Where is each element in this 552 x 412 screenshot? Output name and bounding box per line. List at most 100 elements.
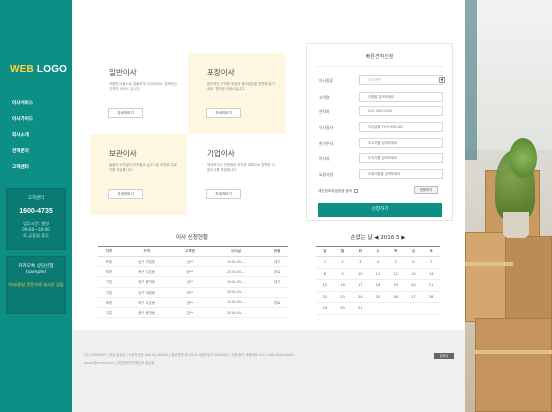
table-cell: 최** [173, 287, 206, 298]
sidebar-item-about[interactable]: 회사소개 [12, 128, 33, 144]
calendar-day[interactable]: 27 [404, 291, 423, 303]
calendar-day[interactable]: 12 [386, 268, 405, 280]
destination-input[interactable] [359, 153, 443, 163]
name-input[interactable] [359, 92, 443, 102]
quote-title: 빠른견적신청 [365, 54, 394, 60]
current-address-input[interactable] [359, 138, 443, 148]
table-row[interactable]: 포항 북구 두호동 정** 2016-05-... 완료 [98, 266, 288, 278]
more-button[interactable]: 자세히보기 [206, 189, 241, 199]
chevron-down-icon[interactable]: ▼ [439, 77, 445, 83]
quote-row: 고객명 [317, 92, 444, 104]
calendar-day[interactable]: 8 [316, 268, 334, 280]
calendar-day[interactable]: 6 [404, 256, 423, 269]
calendar-week: 22 23 24 25 26 27 28 [316, 291, 440, 303]
calendar-day[interactable]: 22 [316, 291, 334, 303]
calendar-day[interactable]: 21 [422, 279, 440, 292]
calendar-title[interactable]: 손없는 날 ◀ 2016.5 ▶ [316, 233, 440, 241]
box-tape [475, 350, 552, 354]
calendar-day[interactable]: 13 [404, 268, 423, 280]
calendar-day[interactable]: 23 [333, 291, 352, 303]
more-button[interactable]: 자세히보기 [108, 108, 143, 118]
calendar-day[interactable]: 9 [333, 268, 352, 280]
logo[interactable]: WEB LOGO [10, 64, 67, 75]
calendar-day[interactable]: 28 [422, 291, 440, 303]
admin-badge[interactable]: 관리자 [434, 353, 454, 359]
calendar-day[interactable]: 31 [351, 302, 370, 315]
service-card-general[interactable]: 일반이사 저렴한 비용으로 알뜰하게 이사하세요. 경제적인 가격의 서비스 입… [90, 53, 187, 134]
calendar-day[interactable]: 5 [386, 256, 405, 269]
calendar-day[interactable]: 20 [404, 279, 423, 292]
sidebar: WEB LOGO 이사서비스 이사가이드 회사소개 견적문의 고객센터 고객센터… [0, 0, 72, 412]
calendar-week: 29 30 31 [316, 302, 440, 315]
calendar-day[interactable]: 1 [316, 256, 334, 269]
calendar-day[interactable]: 25 [369, 291, 387, 303]
calendar-day[interactable]: 29 [316, 302, 334, 315]
table-row[interactable]: 포항 남구 연일읍 김** 2016-05-... 대기 [98, 256, 288, 268]
table-cell: 김** [173, 256, 206, 268]
service-card-corporate[interactable]: 기업이사 체계적이고 전문화된 조직과 계획으로 완벽한 기업이사를 보장합니다… [188, 134, 285, 215]
moving-type-select[interactable]: 이사선택 [359, 75, 443, 85]
calendar-day[interactable]: 17 [351, 279, 370, 292]
quick-quote-form: 빠른견적신청 이사종류 이사선택 ▼ 고객명 연락처 이사일자 현거주지 이사지… [306, 43, 453, 221]
service-card-storage[interactable]: 보관이사 출발지 도착일이 보관필요 입고 1일 보관료 무료 이용 가능합니다… [90, 134, 187, 215]
calendar-day[interactable]: 18 [369, 279, 387, 292]
table-cell: 2016-05-... [205, 266, 267, 278]
phone-input[interactable] [359, 106, 443, 116]
table-cell: 대기 [266, 256, 288, 268]
calendar-day[interactable]: 15 [316, 279, 334, 292]
calendar-weekday: 월 [333, 246, 352, 257]
privacy-agree-checkbox[interactable] [354, 189, 359, 193]
calendar-day[interactable] [422, 302, 440, 315]
calendar-day[interactable] [369, 302, 387, 315]
window [465, 0, 552, 150]
moving-box [475, 318, 552, 412]
calendar-day[interactable] [386, 302, 405, 315]
request-input[interactable] [359, 169, 443, 179]
table-row[interactable]: 포항 북구 두호동 정** 2016-05-... 완료 [98, 297, 288, 308]
moving-box [505, 236, 552, 331]
table-cell: 포항 [98, 256, 120, 268]
submit-button[interactable]: 신청하기 [318, 203, 442, 217]
table-row[interactable]: 기업 중구 용덕동 김** 2016-05-... 대기 [98, 276, 288, 288]
calendar-day[interactable]: 11 [369, 268, 387, 280]
calendar-day[interactable]: 19 [386, 279, 405, 292]
calendar-day[interactable]: 24 [351, 291, 370, 303]
calendar-day[interactable]: 2 [333, 256, 352, 269]
moving-date-input[interactable] [359, 122, 443, 132]
more-button[interactable]: 자세히보기 [108, 189, 143, 199]
table-cell: 포항 [98, 266, 120, 278]
service-card-packing[interactable]: 포장이사 합리적인 가격에 포장과 정리정돈을 한번에 맡기세요. 편리한 서비… [188, 53, 285, 134]
calendar-day[interactable]: 7 [422, 256, 440, 269]
footer: (주)COMPANY | 대표 홍길동 | 사업자번호 000-00-00000… [72, 330, 465, 412]
calendar-day[interactable]: 10 [351, 268, 370, 280]
status-title: 이사 신청현황 [175, 235, 209, 241]
table-cell: 김** [173, 307, 206, 319]
table-row[interactable]: 기업 남구 대잠동 최** 2016-05-... [98, 287, 288, 298]
quote-row: 이사일자 [317, 122, 444, 134]
sidebar-item-moving-guide[interactable]: 이사가이드 [12, 112, 33, 128]
quote-row: 이사지 [317, 153, 444, 165]
calendar-day[interactable]: 16 [333, 279, 352, 292]
status-table: 지역 지역 고객명 이사날 현황 포항 남구 연일읍 김** 2016-05-... 대… [98, 246, 288, 319]
more-button[interactable]: 자세히보기 [206, 108, 241, 118]
sidebar-item-moving-service[interactable]: 이사서비스 [12, 96, 33, 112]
table-row[interactable]: 기업 중구 용덕동 김** 2016-05-... [98, 307, 288, 319]
calendar-day[interactable]: 26 [386, 291, 405, 303]
calendar-day[interactable]: 4 [369, 256, 387, 269]
sidebar-item-quote[interactable]: 견적문의 [12, 144, 33, 160]
kakao-consult-box[interactable]: 카카오톡 상담신청 (sample) 이사/용달 전문가와 실시간 상담 [6, 256, 66, 314]
calendar-day[interactable]: 30 [333, 302, 352, 315]
calendar-day[interactable] [404, 302, 423, 315]
sidebar-item-support[interactable]: 고객센터 [12, 160, 33, 176]
table-cell: 2016-05-... [205, 307, 267, 319]
privacy-view-button[interactable]: 전문보기 [414, 186, 438, 194]
calendar-week: 8 9 10 11 12 13 14 [316, 268, 440, 280]
quote-row: 요청사항 [317, 169, 444, 181]
customer-center-box: 고객센터 1600-4735 업무시간: 평일 09:00~18:00 토,공휴… [6, 188, 66, 250]
table-cell: 정** [173, 266, 206, 278]
calendar-day[interactable]: 14 [422, 268, 440, 280]
calendar-weekday: 화 [351, 246, 370, 257]
calendar-week: 1234567 [316, 256, 440, 269]
calendar-weekday: 토 [422, 246, 440, 257]
calendar-day[interactable]: 3 [351, 256, 370, 269]
